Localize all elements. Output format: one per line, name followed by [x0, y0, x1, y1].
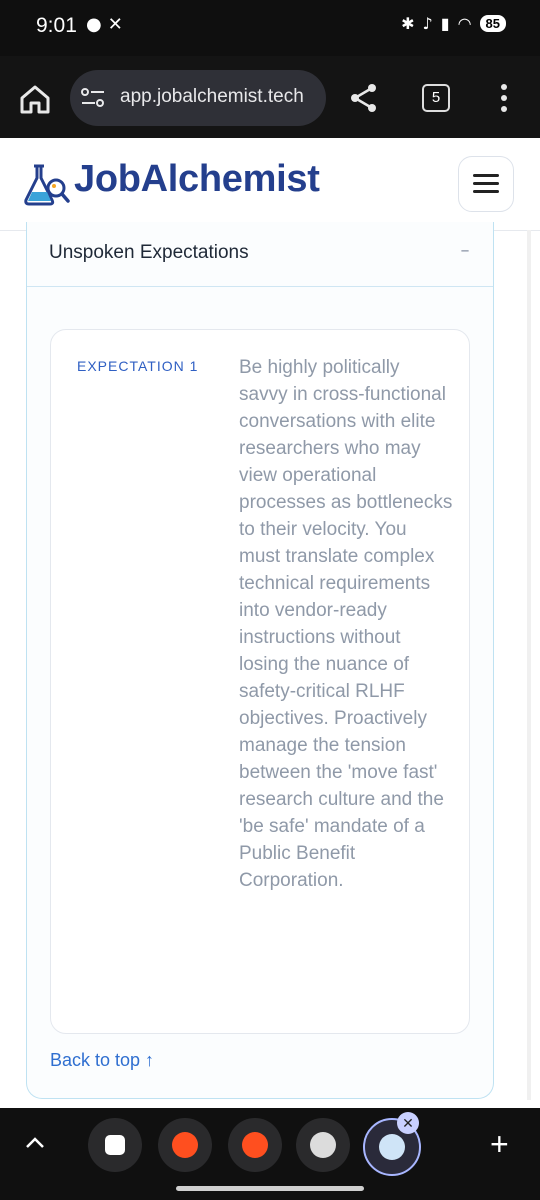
panel-title: Unspoken Expectations: [49, 242, 249, 263]
site-header: JobAlchemist: [0, 138, 540, 231]
wifi-icon: ◠: [457, 14, 472, 33]
share-icon[interactable]: [348, 82, 380, 114]
page-scrollbar[interactable]: [527, 230, 531, 1100]
site-settings-icon[interactable]: [80, 86, 106, 110]
status-bar: 9:01 ● ✕ ✱ ♪ ▮ ◠ 85: [0, 0, 540, 56]
brand-name[interactable]: JobAlchemist: [74, 158, 320, 201]
browser-toolbar: app.jobalchemist.tech 5: [0, 56, 540, 138]
dock-app-4[interactable]: [296, 1118, 350, 1172]
home-icon[interactable]: [18, 82, 52, 116]
close-icon[interactable]: ✕: [397, 1112, 419, 1134]
bluetooth-icon: ✱: [401, 14, 415, 33]
dock-app-1[interactable]: [88, 1118, 142, 1172]
reddit-notification-icon: ●: [86, 14, 102, 35]
expectation-card: EXPECTATION 1 Be highly politically savv…: [50, 329, 470, 1034]
x-notification-icon: ✕: [107, 14, 123, 35]
battery-indicator: 85: [479, 15, 506, 32]
bolt-app-icon: [242, 1132, 268, 1158]
flask-app-icon: [379, 1134, 405, 1160]
add-icon[interactable]: +: [490, 1126, 509, 1163]
url-text: app.jobalchemist.tech: [120, 86, 304, 107]
expectation-label: EXPECTATION 1: [77, 358, 199, 374]
hamburger-menu-button[interactable]: [458, 156, 514, 212]
collapse-toggle[interactable]: –: [455, 240, 475, 261]
status-time: 9:01: [36, 14, 77, 37]
mute-icon: ♪: [422, 14, 433, 33]
app-icon: [105, 1135, 125, 1155]
gesture-bar: [176, 1186, 364, 1191]
unspoken-expectations-panel: Unspoken Expectations – EXPECTATION 1 Be…: [26, 222, 494, 1099]
flask-logo-icon[interactable]: [24, 164, 70, 206]
dock-app-3[interactable]: [228, 1118, 282, 1172]
bolt-app-icon: [172, 1132, 198, 1158]
more-options-icon[interactable]: [494, 82, 514, 114]
tab-switcher-button[interactable]: 5: [422, 84, 450, 112]
signal-icon: ▮: [440, 14, 450, 33]
dock-app-2[interactable]: [158, 1118, 212, 1172]
panel-header[interactable]: Unspoken Expectations –: [27, 222, 493, 287]
back-to-top-link[interactable]: Back to top ↑: [50, 1050, 154, 1071]
address-bar[interactable]: app.jobalchemist.tech: [70, 70, 326, 126]
expectation-text: Be highly politically savvy in cross-fun…: [239, 357, 453, 891]
chevron-up-icon[interactable]: [24, 1132, 46, 1154]
menu-icon: [473, 174, 499, 177]
bottom-dock: ✕ +: [0, 1108, 540, 1200]
globe-app-icon: [310, 1132, 336, 1158]
